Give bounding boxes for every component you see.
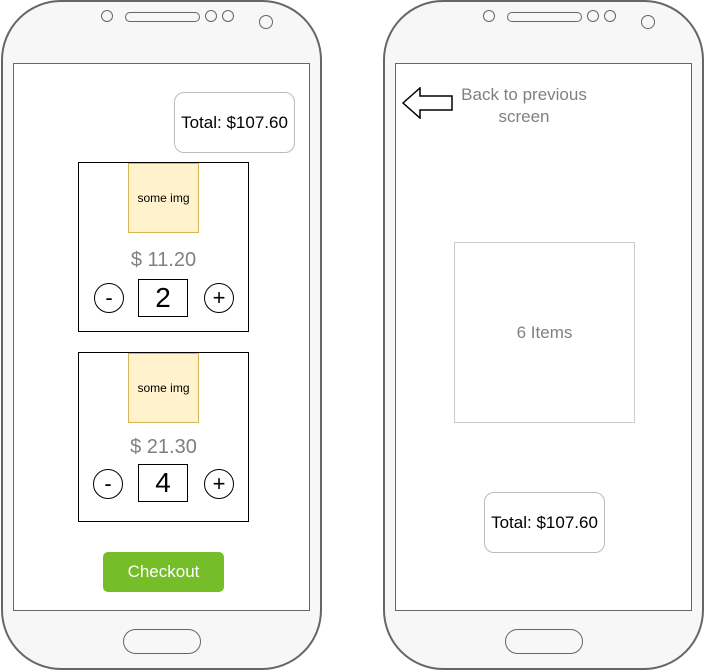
phone-frame-summary: Back to previous screen 6 Items Total: $… [383,0,704,670]
sensor-dot [483,10,495,22]
phone-frame-cart: Total: $107.60 some img $ 11.20 - 2 + so… [1,0,322,670]
image-placeholder-label: some img [137,191,190,205]
back-label: Back to previous screen [461,85,587,126]
camera-icon [259,15,273,29]
sensor-dot [222,10,234,22]
sensor-dot [604,10,616,22]
plus-icon: + [212,285,226,310]
speaker-grille [125,12,200,22]
total-label: Total: $107.60 [181,112,288,132]
home-button[interactable] [505,629,583,654]
item-price: $ 21.30 [130,436,197,458]
item-price: $ 11.20 [130,249,197,271]
cart-item-card: some img $ 21.30 - 4 + [78,352,249,522]
items-count-box: 6 Items [454,242,635,423]
minus-icon: - [104,471,112,496]
phone-screen-summary: Back to previous screen 6 Items Total: $… [395,63,692,611]
increase-quantity-button[interactable]: + [204,469,234,499]
quantity-field[interactable]: 2 [138,279,188,317]
camera-icon [641,15,655,29]
increase-quantity-button[interactable]: + [204,283,234,313]
speaker-grille [507,12,582,22]
product-image-placeholder: some img [128,353,199,423]
cart-item-card: some img $ 11.20 - 2 + [78,162,249,332]
decrease-quantity-button[interactable]: - [93,469,123,499]
total-box: Total: $107.60 [484,492,605,553]
phone-screen-cart: Total: $107.60 some img $ 11.20 - 2 + so… [13,63,310,611]
back-navigation[interactable]: Back to previous screen [402,84,612,134]
sensor-dot [101,10,113,22]
total-label: Total: $107.60 [491,512,598,532]
checkout-button[interactable]: Checkout [103,552,224,592]
quantity-value: 2 [155,282,171,313]
plus-icon: + [212,471,226,496]
image-placeholder-label: some img [137,381,190,395]
sensor-dot [587,10,599,22]
decrease-quantity-button[interactable]: - [94,283,124,313]
back-arrow-icon [402,87,453,119]
quantity-field[interactable]: 4 [138,464,188,502]
home-button[interactable] [123,629,201,654]
minus-icon: - [105,285,113,310]
quantity-value: 4 [155,467,171,498]
product-image-placeholder: some img [128,163,199,233]
total-box: Total: $107.60 [174,92,295,153]
sensor-dot [205,10,217,22]
items-count-label: 6 Items [516,322,573,342]
checkout-label: Checkout [127,562,200,581]
